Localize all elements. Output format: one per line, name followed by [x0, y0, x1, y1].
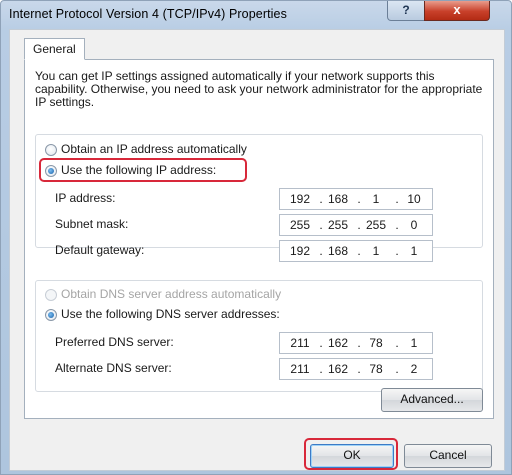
- preferred-dns-octet-3: 78: [369, 336, 383, 350]
- close-button[interactable]: x: [424, 1, 490, 21]
- ip-address-octet-4: 10: [407, 192, 421, 206]
- default-gateway-octet-3: 1: [372, 244, 380, 258]
- alternate-dns-input[interactable]: 211 . 162 . 78 . 2: [279, 358, 433, 380]
- preferred-dns-octet-1: 211: [290, 336, 310, 350]
- preferred-dns-label: Preferred DNS server:: [55, 335, 174, 349]
- ip-address-octet-1: 192: [289, 192, 311, 206]
- radio-obtain-dns-auto-label: Obtain DNS server address automatically: [61, 287, 282, 301]
- alternate-dns-octet-2: 162: [327, 362, 349, 376]
- alternate-dns-octet-1: 211: [290, 362, 310, 376]
- ip-address-input[interactable]: 192 . 168 . 1 . 10: [279, 188, 433, 210]
- default-gateway-label: Default gateway:: [55, 243, 145, 257]
- general-panel: You can get IP settings assigned automat…: [24, 59, 494, 419]
- help-button[interactable]: ?: [387, 1, 425, 21]
- preferred-dns-octet-2: 162: [327, 336, 349, 350]
- ip-address-label: IP address:: [55, 191, 116, 205]
- dialog-window: Internet Protocol Version 4 (TCP/IPv4) P…: [0, 0, 512, 475]
- title-bar[interactable]: Internet Protocol Version 4 (TCP/IPv4) P…: [1, 1, 511, 29]
- ip-address-octet-3: 1: [372, 192, 380, 206]
- subnet-mask-octet-1: 255: [289, 218, 311, 232]
- default-gateway-input[interactable]: 192 . 168 . 1 . 1: [279, 240, 433, 262]
- radio-obtain-ip-auto-label: Obtain an IP address automatically: [61, 142, 247, 156]
- radio-use-following-dns-label: Use the following DNS server addresses:: [61, 307, 280, 321]
- dialog-client-area: General You can get IP settings assigned…: [9, 29, 505, 471]
- help-icon: ?: [402, 3, 410, 17]
- radio-disabled-icon: [45, 289, 57, 301]
- preferred-dns-octet-4: 1: [410, 336, 418, 350]
- preferred-dns-input[interactable]: 211 . 162 . 78 . 1: [279, 332, 433, 354]
- highlight-ok-button: [304, 438, 398, 470]
- cancel-button[interactable]: Cancel: [404, 444, 492, 468]
- default-gateway-octet-2: 168: [327, 244, 349, 258]
- description-text: You can get IP settings assigned automat…: [35, 69, 483, 109]
- alternate-dns-octet-4: 2: [410, 362, 418, 376]
- subnet-mask-input[interactable]: 255 . 255 . 255 . 0: [279, 214, 433, 236]
- default-gateway-octet-4: 1: [410, 244, 418, 258]
- default-gateway-octet-1: 192: [289, 244, 311, 258]
- window-title: Internet Protocol Version 4 (TCP/IPv4) P…: [9, 7, 287, 21]
- alternate-dns-label: Alternate DNS server:: [55, 361, 172, 375]
- subnet-mask-label: Subnet mask:: [55, 217, 129, 231]
- subnet-mask-octet-2: 255: [327, 218, 349, 232]
- alternate-dns-octet-3: 78: [369, 362, 383, 376]
- radio-checked-icon: [45, 309, 57, 321]
- tab-general[interactable]: General: [24, 38, 85, 60]
- subnet-mask-octet-3: 255: [365, 218, 387, 232]
- ip-address-octet-2: 168: [327, 192, 349, 206]
- close-icon: x: [453, 2, 461, 17]
- subnet-mask-octet-4: 0: [410, 218, 418, 232]
- radio-unchecked-icon: [45, 144, 57, 156]
- advanced-button[interactable]: Advanced...: [381, 388, 483, 412]
- highlight-use-following-ip: [39, 158, 247, 182]
